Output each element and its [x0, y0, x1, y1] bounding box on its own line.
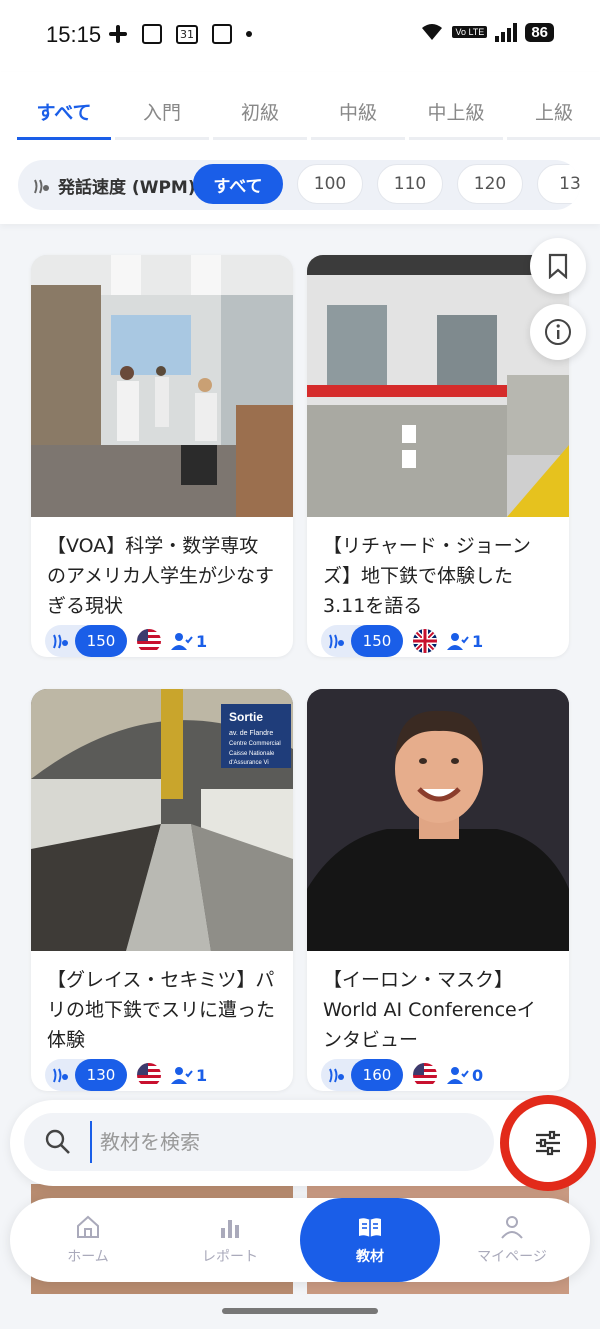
tab-intermediate[interactable]: 中級: [311, 98, 405, 140]
card-image-portrait: [307, 689, 569, 951]
learners-icon: [171, 633, 193, 650]
search-input[interactable]: [90, 1121, 480, 1163]
wpm-value: 150: [351, 625, 403, 657]
learners-icon: [447, 633, 469, 650]
speed-filter-label: 発話速度 (WPM): [58, 178, 196, 198]
header: すべて 入門 初級 中級 中上級 上級 発話速度 (WPM) すべて 100 1…: [0, 72, 600, 224]
more-notifications-icon: [246, 31, 252, 37]
bottom-navigation: ホーム レポート 教材 マイページ: [10, 1198, 590, 1282]
sign-text: av. de Flandre: [229, 730, 273, 737]
speed-chip-130[interactable]: 13: [537, 164, 580, 204]
speed-chip-110[interactable]: 110: [377, 164, 443, 204]
card-title: 【イーロン・マスク】World AI Conferenceインタビュー: [323, 969, 536, 1051]
level-tabs: すべて 入門 初級 中級 中上級 上級: [17, 98, 600, 140]
uk-flag-icon: [413, 629, 437, 653]
card-image-paris-metro: Sortie av. de Flandre Centre Commercial …: [31, 689, 293, 951]
battery-indicator: 86: [525, 22, 554, 42]
learners-icon: [171, 1067, 193, 1084]
tab-intro[interactable]: 入門: [115, 98, 209, 140]
news-icon: [212, 24, 232, 44]
bar-chart-icon: [221, 1220, 239, 1238]
speaking-speed-icon: [329, 1068, 344, 1083]
speaking-speed-icon: [329, 634, 344, 649]
tab-advanced[interactable]: 上級: [507, 98, 600, 140]
sign-text: d'Assurance Vi: [229, 760, 269, 766]
nav-report[interactable]: レポート: [160, 1198, 300, 1282]
learner-count: 1: [472, 631, 484, 651]
slack-icon: [109, 25, 127, 43]
speaking-speed-icon: [53, 634, 68, 649]
bookmark-icon: [548, 253, 568, 279]
wpm-value: 130: [75, 1059, 127, 1091]
calendar-icon: 31: [176, 24, 198, 44]
learner-count: 1: [196, 1065, 208, 1085]
card-title: 【グレイス・セキミツ】パリの地下鉄でスリに遭った体験: [47, 969, 276, 1051]
user-icon: [501, 1216, 523, 1239]
wpm-value: 150: [75, 625, 127, 657]
speed-chip-100[interactable]: 100: [297, 164, 363, 204]
material-card[interactable]: 【VOA】科学・数学専攻のアメリカ人学生が少なすぎる現状 150 1: [31, 255, 293, 657]
volte-icon: Vo LTE: [452, 26, 488, 38]
bookmark-button[interactable]: [530, 238, 586, 294]
nav-materials[interactable]: 教材: [300, 1198, 440, 1282]
us-flag-icon: [413, 1063, 437, 1087]
speed-filter-bar: 発話速度 (WPM) すべて 100 110 120 13: [18, 160, 580, 210]
signal-icon: [495, 22, 518, 42]
nav-report-label: レポート: [202, 1249, 258, 1265]
sign-text: Centre Commercial: [229, 741, 281, 747]
home-indicator: [222, 1308, 378, 1314]
material-card[interactable]: Sortie av. de Flandre Centre Commercial …: [31, 689, 293, 1091]
us-flag-icon: [137, 629, 161, 653]
nav-mypage-label: マイページ: [477, 1249, 547, 1265]
material-card[interactable]: 【リチャード・ジョーンズ】地下鉄で体験した3.11を語る 150 1: [307, 255, 569, 657]
wpm-badge: 150: [45, 625, 127, 657]
nav-home[interactable]: ホーム: [18, 1198, 158, 1282]
wifi-icon: [422, 24, 443, 40]
nav-mypage[interactable]: マイページ: [442, 1198, 582, 1282]
tab-beginner[interactable]: 初級: [213, 98, 307, 140]
wpm-badge: 150: [321, 625, 403, 657]
home-icon: [77, 1215, 99, 1238]
us-flag-icon: [137, 1063, 161, 1087]
speaking-speed-icon: [53, 1068, 68, 1083]
tab-all[interactable]: すべて: [17, 98, 111, 140]
card-title: 【リチャード・ジョーンズ】地下鉄で体験した3.11を語る: [323, 535, 531, 617]
filter-button[interactable]: [500, 1095, 596, 1191]
learner-count: 0: [472, 1065, 484, 1085]
card-image-lab: [31, 255, 293, 517]
learner-count: 1: [196, 631, 208, 651]
speaking-speed-icon: [34, 179, 49, 193]
material-card[interactable]: 【イーロン・マスク】World AI Conferenceインタビュー 160 …: [307, 689, 569, 1091]
status-time: 15:15: [46, 22, 102, 47]
speed-chip-all[interactable]: すべて: [193, 164, 283, 204]
info-icon: [545, 319, 571, 345]
sign-text: Caisse Nationale: [229, 751, 275, 757]
learners-icon: [447, 1067, 469, 1084]
sign-title: Sortie: [229, 710, 263, 724]
tab-upper-intermediate[interactable]: 中上級: [409, 98, 503, 140]
wpm-value: 160: [351, 1059, 403, 1091]
sliders-icon: [536, 1130, 560, 1156]
nav-home-label: ホーム: [67, 1249, 109, 1265]
speed-chip-120[interactable]: 120: [457, 164, 523, 204]
book-icon: [359, 1218, 381, 1237]
card-image-subway: [307, 255, 569, 517]
nav-materials-label: 教材: [356, 1249, 384, 1265]
search-icon: [45, 1129, 70, 1154]
wpm-badge: 160: [321, 1059, 403, 1091]
status-bar: 15:15 31 Vo LTE 86: [0, 0, 600, 72]
info-button[interactable]: [530, 304, 586, 360]
wpm-badge: 130: [45, 1059, 127, 1091]
app-icon: [142, 24, 162, 44]
card-title: 【VOA】科学・数学専攻のアメリカ人学生が少なすぎる現状: [47, 535, 275, 617]
